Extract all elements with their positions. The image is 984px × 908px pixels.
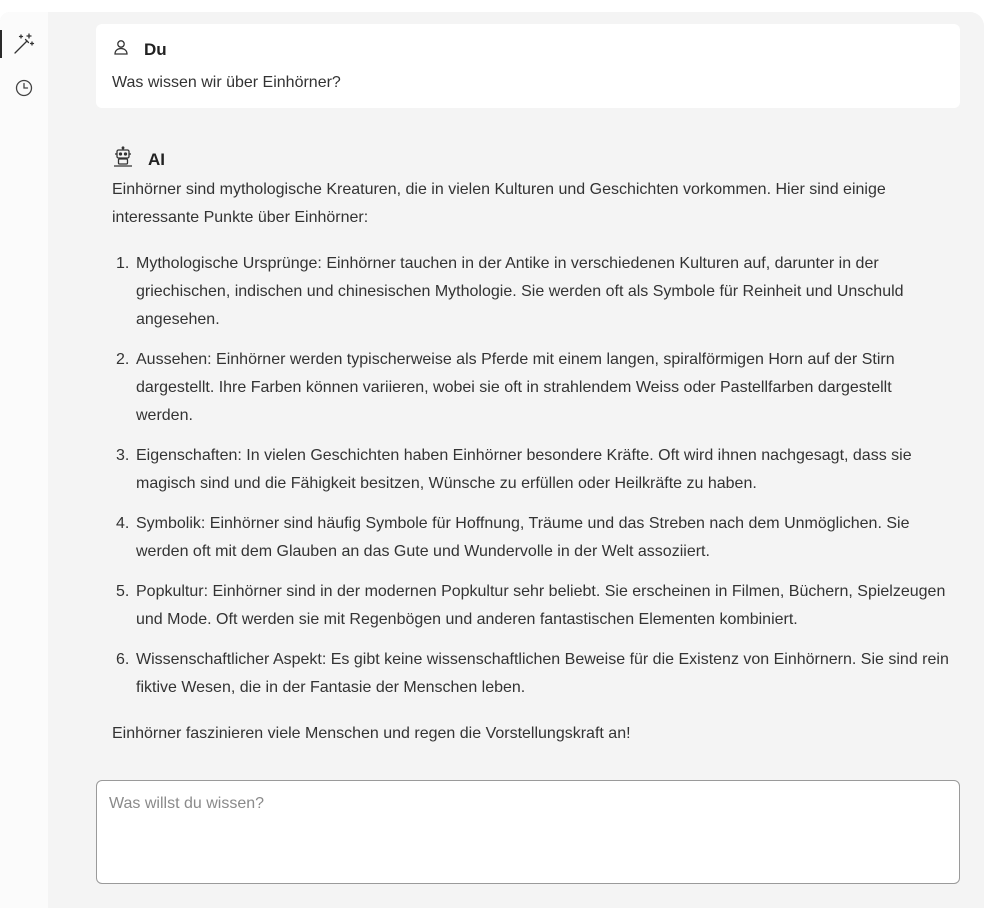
list-item: 6. Wissenschaftlicher Aspekt: Es gibt kei…: [112, 646, 952, 702]
list-item-number: 1.: [116, 255, 130, 272]
ai-message-body: Einhörner sind mythologische Kreaturen, …: [112, 176, 952, 748]
user-message-text: Was wissen wir über Einhörner?: [112, 74, 341, 91]
list-item-text: Wissenschaftlicher Aspekt: Es gibt keine…: [136, 651, 949, 696]
list-item-number: 6.: [116, 651, 130, 668]
sidebar-item-history[interactable]: [0, 72, 48, 104]
sidebar-item-magic[interactable]: [0, 28, 48, 60]
list-item-text: Mythologische Ursprünge: Einhörner tauch…: [136, 255, 904, 328]
list-item: 4. Symbolik: Einhörner sind häufig Symbol…: [112, 510, 952, 566]
list-item: 1. Mythologische Ursprünge: Einhörner tau…: [112, 250, 952, 334]
ai-outro-text: Einhörner faszinieren viele Menschen und…: [112, 725, 631, 742]
list-item-number: 5.: [116, 583, 130, 600]
ai-name: AI: [148, 149, 165, 169]
list-item-text: Eigenschaften: In vielen Geschichten hab…: [136, 447, 912, 492]
list-item-number: 2.: [116, 351, 130, 368]
sidebar: [0, 12, 48, 908]
list-item: 3. Eigenschaften: In vielen Geschichten h…: [112, 442, 952, 498]
user-message-card: Du Was wissen wir über Einhörner?: [96, 24, 960, 108]
list-item-text: Symbolik: Einhörner sind häufig Symbole …: [136, 515, 910, 560]
magic-wand-icon: [13, 33, 35, 55]
user-icon: [112, 38, 130, 61]
ai-message-header: AI: [112, 146, 165, 173]
list-item-text: Aussehen: Einhörner werden typischerweis…: [136, 351, 895, 424]
history-clock-icon: [15, 79, 33, 97]
prompt-input[interactable]: [96, 780, 960, 884]
user-name: Du: [144, 39, 167, 59]
robot-icon: [112, 146, 134, 173]
list-item-text: Popkultur: Einhörner sind in der moderne…: [136, 583, 946, 628]
list-item-number: 4.: [116, 515, 130, 532]
list-item: 2. Aussehen: Einhörner werden typischerwe…: [112, 346, 952, 430]
ai-points-list: 1. Mythologische Ursprünge: Einhörner tau…: [112, 250, 952, 702]
user-message-header: Du: [112, 38, 167, 61]
ai-intro-text: Einhörner sind mythologische Kreaturen, …: [112, 181, 886, 226]
list-item: 5. Popkultur: Einhörner sind in der moder…: [112, 578, 952, 634]
list-item-number: 3.: [116, 447, 130, 464]
